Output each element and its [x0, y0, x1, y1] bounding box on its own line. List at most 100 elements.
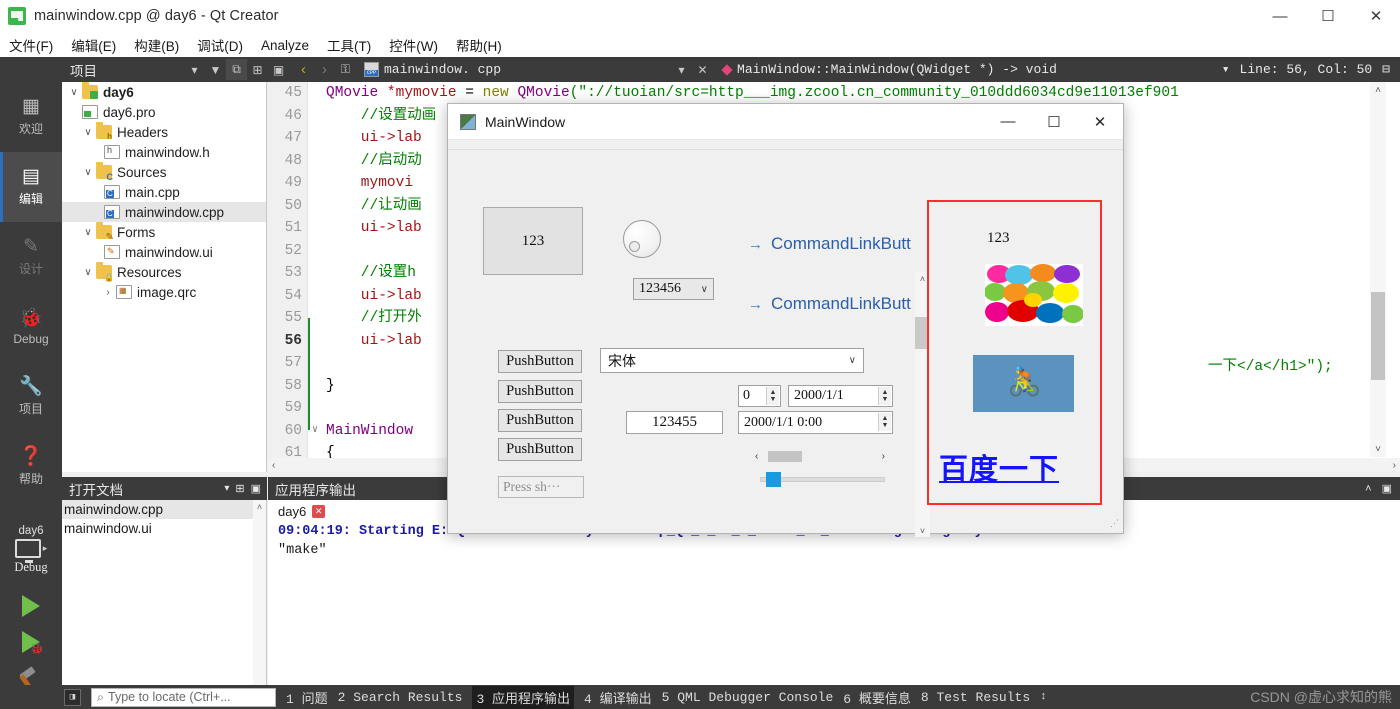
key-sequence-edit[interactable]: Press sh···: [498, 476, 584, 498]
output-tab-label[interactable]: day6: [278, 504, 306, 519]
status-tab-test-results[interactable]: 8 Test Results: [921, 690, 1030, 705]
datetime-spin-arrows[interactable]: ▲ ▼: [878, 413, 891, 431]
filter-icon[interactable]: ▼: [205, 59, 226, 80]
tree-row[interactable]: ∨ Sources: [62, 162, 266, 182]
menu-file[interactable]: 文件(F): [0, 33, 62, 57]
sidebar-toggle-icon[interactable]: ◨: [64, 688, 81, 706]
mainwindow-dialog[interactable]: MainWindow — ☐ ✕ 123 123456 ∨ → CommandL…: [447, 103, 1124, 537]
hscroll-thumb[interactable]: [768, 451, 802, 462]
mainwindow-minimize-button[interactable]: —: [985, 104, 1031, 140]
run-button[interactable]: [22, 595, 40, 617]
tree-row[interactable]: mainwindow.ui: [62, 242, 266, 262]
hscroll-right-icon[interactable]: ›: [882, 451, 885, 462]
debug-run-button[interactable]: 🐞: [22, 631, 44, 655]
date-edit[interactable]: 2000/1/1 ▲ ▼: [788, 385, 893, 407]
push-button-1[interactable]: PushButton: [498, 350, 582, 373]
maximize-output-icon[interactable]: ▣: [1382, 482, 1400, 495]
slider-handle[interactable]: [766, 472, 781, 487]
collapse-output-icon[interactable]: ˄: [1365, 483, 1381, 495]
status-tab-compile-output[interactable]: 4 编译输出: [584, 688, 652, 707]
list-item[interactable]: mainwindow.ui: [62, 519, 266, 538]
spin-down-icon[interactable]: ▼: [770, 396, 777, 403]
maximize-button[interactable]: ☐: [1304, 0, 1352, 33]
sidebar-item-projects[interactable]: 🔧 项目: [0, 362, 62, 432]
twisty-icon[interactable]: ∨: [66, 87, 82, 98]
vscroll-down-icon[interactable]: ˅: [915, 524, 930, 537]
twisty-icon[interactable]: ∨: [80, 127, 96, 138]
baidu-link[interactable]: 百度一下: [939, 446, 1059, 488]
scroll-up-icon[interactable]: ˄: [253, 500, 266, 512]
push-button-4[interactable]: PushButton: [498, 438, 582, 461]
split-editor-icon[interactable]: ⊟: [1382, 62, 1390, 77]
combobox-number[interactable]: 123456 ∨: [633, 278, 714, 300]
list-item[interactable]: mainwindow.cpp: [62, 500, 266, 519]
font-combobox[interactable]: 宋体 ∨: [600, 348, 864, 373]
projects-selector-label[interactable]: 项目: [62, 60, 184, 80]
mainwindow-maximize-button[interactable]: ☐: [1031, 104, 1077, 140]
scroll-down-icon[interactable]: ˅: [1371, 442, 1385, 456]
output-tab-close-icon[interactable]: ✕: [312, 504, 326, 518]
menu-edit[interactable]: 编辑(E): [62, 33, 125, 57]
open-file-selector[interactable]: mainwindow. cpp: [364, 62, 501, 77]
tree-row[interactable]: ∨ Resources: [62, 262, 266, 282]
menu-debug[interactable]: 调试(D): [188, 33, 252, 57]
editor-vertical-scrollbar[interactable]: [1370, 82, 1386, 457]
symbol-selector[interactable]: MainWindow::MainWindow(QWidget *) -> voi…: [721, 62, 1057, 77]
horizontal-scrollbar-widget[interactable]: ‹ ›: [755, 448, 885, 464]
date-spin-arrows[interactable]: ▲ ▼: [878, 387, 891, 405]
command-link-button-2[interactable]: → CommandLinkButt: [748, 294, 911, 314]
twisty-icon[interactable]: ›: [100, 287, 116, 298]
editor-scroll-thumb[interactable]: [1371, 292, 1385, 380]
tree-row[interactable]: main.cpp: [62, 182, 266, 202]
twisty-icon[interactable]: ∨: [80, 227, 96, 238]
sidebar-item-welcome[interactable]: ▦ 欢迎: [0, 82, 62, 152]
line-col-indicator[interactable]: Line: 56, Col: 50: [1240, 62, 1373, 77]
sidebar-item-help[interactable]: ❓ 帮助: [0, 432, 62, 502]
scroll-up-icon[interactable]: ˄: [1371, 83, 1385, 97]
collapse-panel-icon[interactable]: ▣: [268, 59, 289, 80]
navigate-back-icon[interactable]: ‹: [293, 59, 314, 80]
tree-row[interactable]: ∨ day6: [62, 82, 266, 102]
menu-help[interactable]: 帮助(H): [447, 33, 511, 57]
horizontal-slider[interactable]: [760, 472, 885, 487]
spin-down-icon[interactable]: ▼: [882, 422, 889, 429]
file-selector-caret-icon[interactable]: ▾: [671, 59, 692, 80]
twisty-icon[interactable]: ∨: [80, 267, 96, 278]
sidebar-item-debug[interactable]: 🐞 Debug: [0, 292, 62, 362]
tree-row[interactable]: mainwindow.h: [62, 142, 266, 162]
push-button-3[interactable]: PushButton: [498, 409, 582, 432]
kit-selector[interactable]: day6 ▸ Debug 🐞: [0, 525, 62, 692]
close-button[interactable]: ✕: [1352, 0, 1400, 33]
add-split-icon[interactable]: ⊞: [247, 59, 268, 80]
push-button-2[interactable]: PushButton: [498, 380, 582, 403]
minimize-button[interactable]: —: [1256, 0, 1304, 33]
mainwindow-close-button[interactable]: ✕: [1077, 104, 1123, 140]
lock-icon[interactable]: ⚿: [335, 59, 356, 80]
spin-down-icon[interactable]: ▼: [882, 396, 889, 403]
tree-row[interactable]: › image.qrc: [62, 282, 266, 302]
twisty-icon[interactable]: ∨: [80, 167, 96, 178]
sidebar-item-design[interactable]: ✎ 设计: [0, 222, 62, 292]
hscroll-right-icon[interactable]: ›: [1393, 460, 1400, 471]
tree-row[interactable]: day6.pro: [62, 102, 266, 122]
status-tab-general-messages[interactable]: 6 概要信息: [843, 688, 911, 707]
open-documents-scrollbar[interactable]: ˄: [253, 500, 266, 685]
resize-grip-icon[interactable]: ⋰: [1110, 519, 1120, 529]
status-tab-application-output[interactable]: 3 应用程序输出: [472, 685, 575, 709]
hscroll-left-icon[interactable]: ‹: [755, 451, 758, 462]
split-icon[interactable]: ⊞: [235, 482, 250, 495]
spinbox-arrows[interactable]: ▲ ▼: [766, 387, 779, 405]
status-more-icon[interactable]: ↕: [1040, 691, 1047, 703]
fold-toggle-icon[interactable]: ∨: [309, 420, 321, 443]
projects-dropdown-caret-icon[interactable]: ▾: [184, 59, 205, 80]
sync-link-icon[interactable]: ⧉: [226, 59, 247, 80]
open-documents-list[interactable]: mainwindow.cpp mainwindow.ui ˄: [62, 500, 267, 685]
status-tab-problems[interactable]: 1 问题: [286, 688, 328, 707]
command-link-button-1[interactable]: → CommandLinkButt: [748, 234, 911, 254]
menu-tools[interactable]: 工具(T): [318, 33, 380, 57]
menu-widgets[interactable]: 控件(W): [380, 33, 447, 57]
file-close-icon[interactable]: ✕: [692, 59, 713, 80]
tree-row-selected[interactable]: mainwindow.cpp: [62, 202, 266, 222]
sidebar-item-edit[interactable]: ▤ 编辑: [0, 152, 62, 222]
open-documents-caret-icon[interactable]: ▾: [224, 483, 235, 494]
